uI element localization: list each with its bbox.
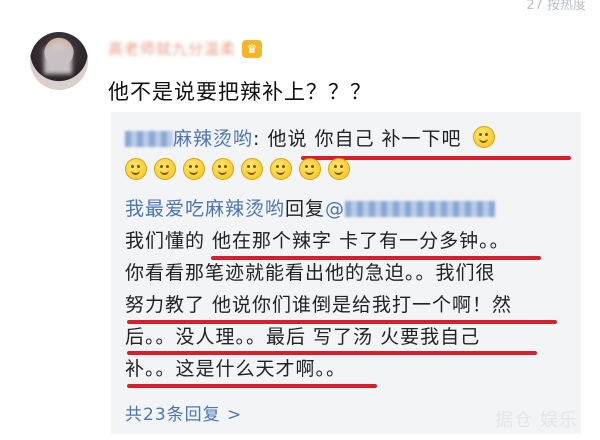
censored-name [125,131,173,147]
red-underline [127,351,537,355]
smile-emoji-icon [212,158,234,180]
comment-text: 他不是说要把辣补上？？？ [108,80,372,104]
reply-text: : 他说 你自己 补一下吧 [253,128,462,150]
reply-line-1: 我们懂的 他在那个辣字 卡了有一分多钟。。 [125,230,510,252]
sort-hint[interactable]: 27 按热度 [526,0,586,13]
smile-emoji-icon [241,158,263,180]
smile-emoji-icon [154,158,176,180]
watermark: 据仓 娱乐 [495,410,578,431]
reply-author-link[interactable]: 我最爱吃麻辣烫哟 [125,198,285,220]
crown-badge-icon: ♛ [242,39,263,58]
reply-line-5: 补。。这是什么天才啊。。 [125,358,347,380]
reply-line-2: 你看看那笔迹就能看出他的急迫。。我们很 [125,262,496,284]
red-underline [127,384,377,388]
smile-emoji-icon [270,158,292,180]
reply-line-4: 后。。没人理。。最后 写了汤 火要我自己 [125,326,481,348]
smile-emoji-icon [472,126,495,148]
reply-author-link[interactable]: 麻辣烫哟 [173,128,253,150]
reply-count-link[interactable]: 共23条回复 > [125,400,242,425]
reply-word: 回复 [285,198,326,220]
smile-emoji-icon [183,158,205,180]
emoji-row [125,158,357,184]
smile-emoji-icon [299,158,321,180]
reply-second-header: 我最爱吃麻辣烫哟回复@ [125,196,496,222]
mention-link[interactable]: @ [325,198,345,220]
smile-emoji-icon [328,158,350,180]
reply-thread: 麻辣烫哟: 他说 你自己 补一下吧 我最爱吃麻辣烫哟回复@ 我们懂的 他在那个辣… [111,112,581,434]
censored-name [345,201,496,217]
smile-emoji-icon [125,158,147,180]
reply-first: 麻辣烫哟: 他说 你自己 补一下吧 [125,126,502,152]
username-row: 高老师就九分温柔 ♛ [108,38,263,59]
username[interactable]: 高老师就九分温柔 [108,38,236,59]
avatar[interactable] [30,32,88,90]
reply-line-3: 努力教了 他说你们谁倒是给我打一个啊！然 [125,294,513,316]
